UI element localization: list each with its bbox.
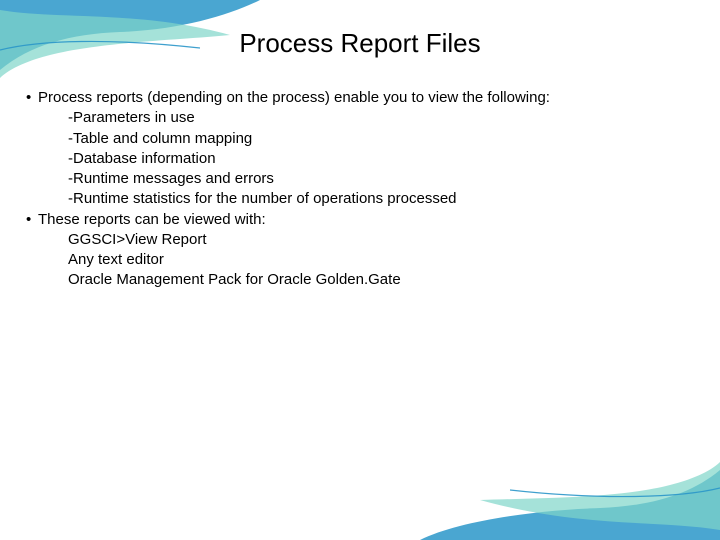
slide-body: • Process reports (depending on the proc… [26, 88, 706, 291]
bullet-text: Process reports (depending on the proces… [38, 88, 706, 108]
bullet-item: • These reports can be viewed with: [26, 210, 706, 230]
slide-title: Process Report Files [0, 28, 720, 59]
wave-bottom-icon [420, 440, 720, 540]
sub-item: -Database information [68, 149, 706, 169]
sub-item: Oracle Management Pack for Oracle Golden… [68, 270, 706, 290]
sub-item: -Table and column mapping [68, 129, 706, 149]
sub-item: -Parameters in use [68, 108, 706, 128]
sub-item: GGSCI>View Report [68, 230, 706, 250]
sub-item: -Runtime statistics for the number of op… [68, 189, 706, 209]
bullet-item: • Process reports (depending on the proc… [26, 88, 706, 108]
bullet-text: These reports can be viewed with: [38, 210, 706, 230]
sub-item: -Runtime messages and errors [68, 169, 706, 189]
bullet-marker: • [26, 88, 38, 108]
bullet-marker: • [26, 210, 38, 230]
sub-item: Any text editor [68, 250, 706, 270]
